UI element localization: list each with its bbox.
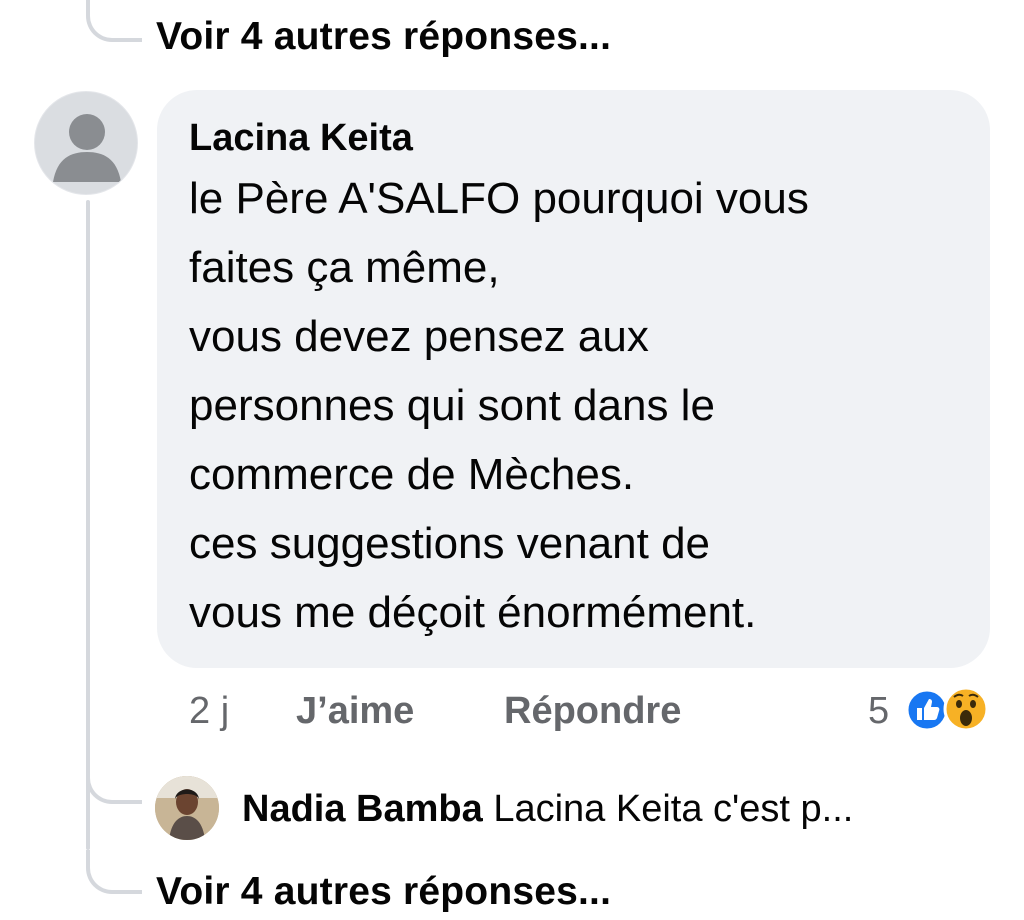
thread-connector-bottom	[86, 850, 142, 894]
comment-bubble: Lacina Keita le Père A'SALFO pourquoi vo…	[157, 90, 990, 668]
thread-connector-reply	[86, 760, 142, 804]
comment-text-line: vous devez pensez aux	[189, 312, 649, 361]
reply-preview[interactable]: Nadia Bamba Lacina Keita c'est p...	[242, 788, 853, 831]
comment-text-line: le Père A'SALFO pourquoi vous	[189, 174, 809, 223]
reply-avatar[interactable]	[155, 776, 219, 840]
default-profile-icon	[53, 114, 121, 182]
comment-text: le Père A'SALFO pourquoi vous faites ça …	[189, 164, 960, 647]
reply-text: Lacina Keita c'est p...	[493, 788, 854, 830]
see-more-replies-top[interactable]: Voir 4 autres réponses...	[156, 15, 611, 59]
thread-line	[86, 200, 90, 850]
comment-text-line: ces suggestions venant de	[189, 519, 711, 568]
reply-author[interactable]: Nadia Bamba	[242, 788, 483, 830]
comment-text-line: personnes qui sont dans le	[189, 381, 715, 430]
comment-timestamp[interactable]: 2 j	[189, 690, 229, 733]
see-more-replies-bottom[interactable]: Voir 4 autres réponses...	[156, 870, 611, 914]
like-button[interactable]: J’aime	[296, 690, 414, 733]
comment-author[interactable]: Lacina Keita	[189, 114, 960, 162]
thread-connector-top	[86, 0, 142, 42]
comment-text-line: vous me déçoit énormément.	[189, 588, 757, 637]
comment-text-line: commerce de Mèches.	[189, 450, 635, 499]
comment-text-line: faites ça même,	[189, 243, 500, 292]
reaction-summary[interactable]: 5	[868, 684, 998, 734]
reply-profile-photo	[155, 776, 219, 840]
reaction-count: 5	[868, 690, 890, 732]
reply-button[interactable]: Répondre	[504, 690, 681, 733]
avatar[interactable]	[34, 91, 138, 195]
wow-icon	[943, 686, 989, 732]
